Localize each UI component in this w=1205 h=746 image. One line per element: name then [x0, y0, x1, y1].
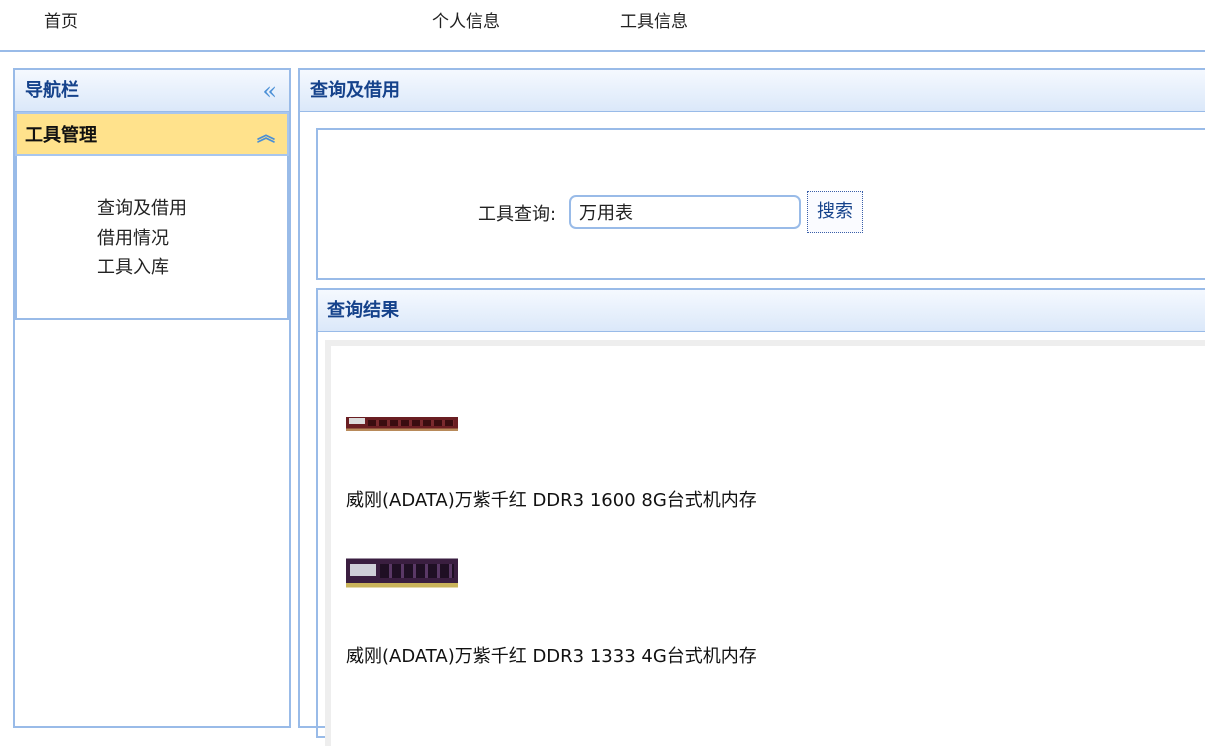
product-name[interactable]: 威刚(ADATA)万紫千红 DDR3 1600 8G台式机内存 — [346, 486, 757, 512]
menu-home[interactable]: 首页 — [44, 7, 78, 32]
menu-personal-info[interactable]: 个人信息 — [432, 7, 500, 32]
menu-tool-info[interactable]: 工具信息 — [620, 7, 688, 32]
navigation-panel: 导航栏 « 工具管理 ︽ 查询及借用 借用情况 工具入库 — [13, 68, 291, 728]
page-title: 查询及借用 — [310, 80, 400, 101]
double-chevron-left-icon[interactable]: « — [262, 70, 277, 112]
navigation-panel-header: 导航栏 « — [15, 70, 289, 112]
search-button[interactable]: 搜索 — [807, 191, 863, 233]
main-panel-header: 查询及借用 — [300, 70, 1205, 112]
main-panel: 查询及借用 工具查询: 搜索 查询结果 威刚(ADATA)万紫千红 DDR3 1… — [298, 68, 1205, 746]
menu-item-tool-stock-in[interactable]: 工具入库 — [97, 253, 187, 283]
results-list: 威刚(ADATA)万紫千红 DDR3 1600 8G台式机内存 威刚(ADATA… — [325, 340, 1205, 746]
menu-item-borrow-status[interactable]: 借用情况 — [97, 224, 187, 254]
search-input[interactable] — [569, 195, 801, 229]
search-section: 工具查询: 搜索 — [316, 128, 1205, 280]
double-chevron-up-icon[interactable]: ︽ — [257, 114, 275, 158]
product-image-ram-purple[interactable] — [346, 556, 458, 590]
menu-item-query-borrow[interactable]: 查询及借用 — [97, 194, 187, 224]
tool-menu-list: 查询及借用 借用情况 工具入库 — [97, 194, 187, 283]
results-header: 查询结果 — [318, 290, 1205, 332]
product-name[interactable]: 威刚(ADATA)万紫千红 DDR3 1333 4G台式机内存 — [346, 642, 757, 668]
accordion-body: 查询及借用 借用情况 工具入库 — [15, 156, 289, 320]
product-image-ram-red[interactable] — [346, 414, 458, 434]
accordion-title: 工具管理 — [25, 125, 97, 146]
navigation-panel-title: 导航栏 — [25, 80, 79, 101]
accordion-tool-management[interactable]: 工具管理 ︽ — [15, 112, 289, 156]
results-section: 查询结果 威刚(ADATA)万紫千红 DDR3 1600 8G台式机内存 威刚(… — [316, 288, 1205, 746]
top-menu-bar: 首页 个人信息 工具信息 — [0, 0, 1205, 52]
search-label: 工具查询: — [478, 204, 557, 225]
results-title: 查询结果 — [327, 300, 399, 321]
